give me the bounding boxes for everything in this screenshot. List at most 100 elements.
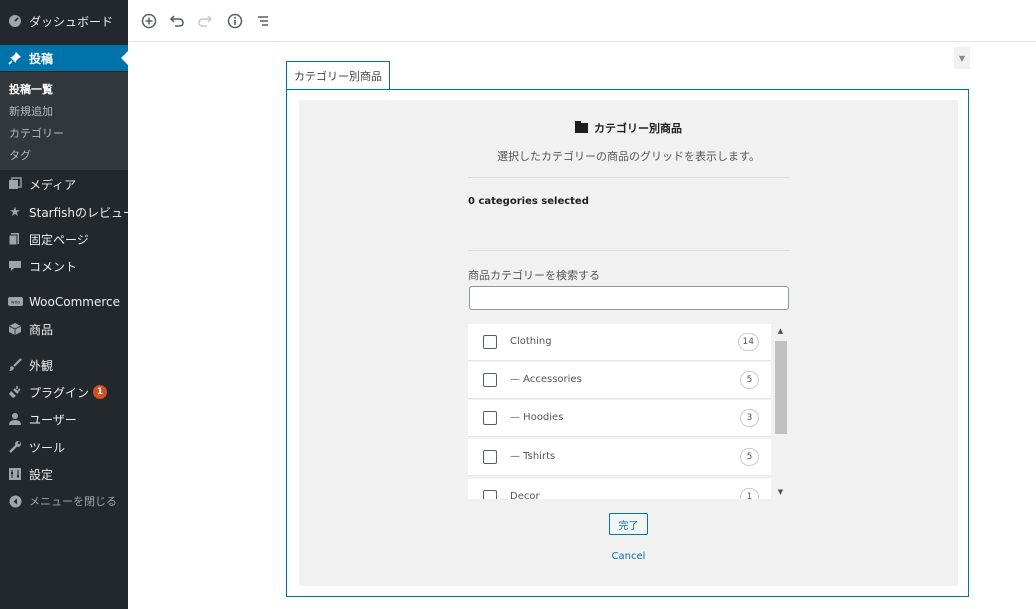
menu-woocommerce[interactable]: woo WooCommerce xyxy=(0,289,128,315)
submenu-all-posts[interactable]: 投稿一覧 xyxy=(9,81,53,97)
category-count: 5 xyxy=(740,448,759,466)
category-count: 1 xyxy=(740,488,759,499)
submenu-tags[interactable]: タグ xyxy=(9,147,31,163)
menu-products[interactable]: 商品 xyxy=(0,316,128,342)
menu-dashboard-label: ダッシュボード xyxy=(29,14,114,29)
menu-users-label: ユーザー xyxy=(29,412,77,427)
product-category-block[interactable]: カテゴリー別商品 選択したカテゴリーの商品のグリッドを表示します。 0 cate… xyxy=(286,89,969,597)
menu-tools-label: ツール xyxy=(29,440,66,455)
dashboard-icon xyxy=(7,13,23,29)
redo-icon xyxy=(198,15,213,27)
category-search-input[interactable] xyxy=(469,286,789,310)
menu-woocommerce-label: WooCommerce xyxy=(29,295,120,309)
posts-submenu: 投稿一覧 新規追加 カテゴリー タグ xyxy=(0,72,128,170)
menu-users[interactable]: ユーザー xyxy=(0,406,128,432)
pin-icon xyxy=(7,50,23,66)
category-checkbox[interactable] xyxy=(483,335,497,349)
category-list: Clothing 14 — Accessories 5 — Hoodies 3 … xyxy=(468,324,771,499)
list-item[interactable]: — Accessories 5 xyxy=(468,362,771,399)
category-checkbox[interactable] xyxy=(483,411,497,425)
done-button[interactable]: 完了 xyxy=(609,513,648,535)
woocommerce-icon: woo xyxy=(7,294,23,310)
menu-appearance-label: 外観 xyxy=(29,358,54,373)
menu-plugins-label: プラグイン xyxy=(29,385,90,400)
scroll-down-arrow-icon[interactable]: ▼ xyxy=(772,485,789,499)
category-count: 3 xyxy=(740,409,759,427)
selected-count-text: 0 categories selected xyxy=(468,196,589,207)
menu-posts[interactable]: 投稿 xyxy=(0,45,128,71)
category-checkbox[interactable] xyxy=(483,373,497,387)
menu-products-label: 商品 xyxy=(29,322,54,337)
folder-icon xyxy=(575,121,588,133)
menu-pages[interactable]: 固定ページ xyxy=(0,226,128,252)
add-block-icon xyxy=(141,13,157,29)
category-count: 14 xyxy=(737,333,759,351)
category-count: 5 xyxy=(740,371,759,389)
block-description: 選択したカテゴリーの商品のグリッドを表示します。 xyxy=(497,150,760,163)
plugins-update-badge: 1 xyxy=(93,385,108,399)
menu-starfish[interactable]: ★ Starfishのレビュー xyxy=(0,199,135,225)
menu-posts-label: 投稿 xyxy=(29,51,54,66)
block-placeholder: カテゴリー別商品 選択したカテゴリーの商品のグリッドを表示します。 0 cate… xyxy=(299,100,958,586)
undo-icon xyxy=(169,15,184,27)
scroll-down-arrow[interactable]: ▼ xyxy=(954,47,970,69)
block-navigation-button[interactable] xyxy=(252,10,274,32)
category-checkbox[interactable] xyxy=(483,490,497,499)
category-checkbox[interactable] xyxy=(483,450,497,464)
menu-starfish-label: Starfishのレビュー xyxy=(29,205,136,220)
editor-canvas: ▼ カテゴリー別商品 カテゴリー別商品 選択したカテゴリーの商品のグリッドを表示… xyxy=(128,43,1036,609)
menu-pages-label: 固定ページ xyxy=(29,232,89,247)
menu-tools[interactable]: ツール xyxy=(0,434,128,460)
menu-settings-label: 設定 xyxy=(29,467,54,482)
category-label: — Accessories xyxy=(510,374,582,385)
submenu-categories[interactable]: カテゴリー xyxy=(9,125,64,141)
block-name-tab[interactable]: カテゴリー別商品 xyxy=(286,61,390,89)
editor-toolbar xyxy=(128,0,1036,42)
category-label: — Tshirts xyxy=(510,451,556,462)
wrench-icon xyxy=(7,439,23,455)
star-icon: ★ xyxy=(9,204,21,220)
menu-media[interactable]: メディア xyxy=(0,171,128,197)
menu-comments-label: コメント xyxy=(29,259,78,274)
divider xyxy=(468,177,789,178)
collapse-menu-button[interactable]: メニューを閉じる xyxy=(0,488,128,514)
menu-settings[interactable]: 設定 xyxy=(0,461,128,487)
category-label: — Hoodies xyxy=(510,412,564,423)
info-button[interactable] xyxy=(224,10,246,32)
admin-sidebar: ダッシュボード 投稿 投稿一覧 新規追加 カテゴリー タグ メディア ★ Sta… xyxy=(0,0,135,609)
menu-media-label: メディア xyxy=(29,177,77,192)
menu-appearance[interactable]: 外観 xyxy=(0,352,128,378)
list-item[interactable]: — Tshirts 5 xyxy=(468,439,771,476)
submenu-add-new[interactable]: 新規追加 xyxy=(9,103,53,119)
plugin-icon xyxy=(7,384,23,400)
divider xyxy=(468,250,789,251)
undo-button[interactable] xyxy=(166,10,188,32)
menu-comments[interactable]: コメント xyxy=(0,253,128,279)
cancel-link-text[interactable]: Cancel xyxy=(612,551,646,562)
add-block-button[interactable] xyxy=(138,10,160,32)
settings-sliders-icon xyxy=(7,466,23,482)
list-item[interactable]: — Hoodies 3 xyxy=(468,400,771,437)
category-label: Clothing xyxy=(510,336,552,347)
scroll-up-arrow-icon[interactable]: ▲ xyxy=(772,324,789,338)
active-menu-arrow xyxy=(121,51,128,65)
redo-button[interactable] xyxy=(194,10,216,32)
info-icon xyxy=(227,13,243,29)
list-scrollbar[interactable]: ▲ ▼ xyxy=(772,324,789,499)
list-item[interactable]: Decor 1 xyxy=(468,479,771,499)
block-navigation-icon xyxy=(258,16,268,26)
menu-plugins[interactable]: プラグイン 1 xyxy=(0,379,128,405)
menu-dashboard[interactable]: ダッシュボード xyxy=(0,8,128,34)
media-icon xyxy=(7,176,23,192)
collapse-arrow-icon xyxy=(7,493,23,509)
scrollbar-thumb[interactable] xyxy=(775,341,787,434)
category-label: Decor xyxy=(510,491,540,499)
pages-icon xyxy=(7,231,23,247)
search-label: 商品カテゴリーを検索する xyxy=(468,269,600,282)
block-title: カテゴリー別商品 xyxy=(299,120,958,136)
list-item[interactable]: Clothing 14 xyxy=(468,324,771,361)
product-box-icon xyxy=(7,321,23,337)
cancel-link: Cancel xyxy=(299,551,958,562)
comment-icon xyxy=(7,258,23,274)
svg-text:woo: woo xyxy=(10,301,19,306)
